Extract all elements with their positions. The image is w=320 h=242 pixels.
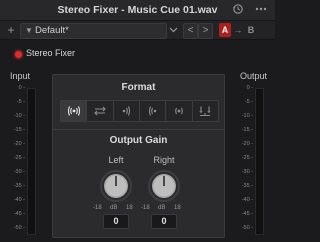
next-preset-button[interactable]: > — [198, 23, 213, 39]
meter-scale-tick: -40 - — [13, 197, 25, 203]
history-icon[interactable] — [230, 2, 246, 17]
meter-scale-tick: -10 - — [13, 113, 25, 119]
compare-a-button[interactable]: A — [219, 23, 231, 37]
section-divider — [53, 129, 224, 130]
preset-menu-icon[interactable] — [167, 23, 180, 37]
mono-icon[interactable] — [166, 101, 193, 121]
right-gain-value[interactable]: 0 — [151, 214, 177, 229]
right-gain-label: Right — [153, 155, 175, 165]
input-meter-label: Input — [10, 71, 31, 81]
output-meter: 0 - -5 - -10 - -15 - -20 - -25 - -30 - -35 - -40… — [240, 85, 264, 235]
left-gain-knob[interactable] — [98, 168, 134, 204]
right-scale-min: -18 — [141, 205, 150, 211]
meter-scale-tick: -30 - — [13, 169, 25, 175]
left-only-icon[interactable] — [140, 101, 167, 121]
left-scale-min: -18 — [93, 205, 102, 211]
left-gain-label: Left — [108, 155, 124, 165]
meter-scale-tick: -5 - — [16, 99, 25, 105]
meter-scale-tick: -35 - — [241, 183, 253, 189]
format-title: Format — [121, 82, 156, 93]
preset-value: Default* — [35, 25, 69, 36]
power-toggle[interactable] — [15, 51, 22, 58]
output-gain-title: Output Gain — [109, 135, 168, 146]
meter-scale-tick: -40 - — [241, 197, 253, 203]
title-bar: Stereo Fixer - Music Cue 01.wav — [0, 0, 275, 21]
right-scale-max: 18 — [174, 205, 181, 211]
right-only-icon[interactable] — [114, 101, 140, 121]
meter-scale-tick: -5 - — [244, 99, 253, 105]
preset-dropdown[interactable]: ▼ Default* — [20, 23, 167, 39]
output-meter-scale: 0 - -5 - -10 - -15 - -20 - -25 - -30 - -35 - -40… — [240, 85, 254, 235]
stereo-icon[interactable] — [61, 101, 88, 121]
meter-scale-tick: 0 - — [246, 85, 253, 91]
compare-b-button[interactable]: B — [245, 23, 257, 37]
controls-panel: Format Output Gain Left -18 dB 18 0 Righ… — [52, 74, 225, 238]
input-meter-scale: 0 - -5 - -10 - -15 - -20 - -25 - -30 - -35 - -40… — [12, 85, 26, 235]
meter-scale-tick: -15 - — [13, 127, 25, 133]
swap-channels-icon[interactable] — [87, 101, 114, 121]
meter-scale-tick: -50 - — [241, 225, 253, 231]
input-meter: 0 - -5 - -10 - -15 - -20 - -25 - -30 - -35 - -40… — [12, 85, 36, 235]
meter-scale-tick: -45 - — [241, 211, 253, 217]
meter-scale-tick: -25 - — [241, 155, 253, 161]
meter-scale-tick: -10 - — [241, 113, 253, 119]
right-gain-knob[interactable] — [146, 168, 182, 204]
copy-arrow-icon[interactable]: → — [232, 23, 244, 37]
left-scale-unit: dB — [110, 205, 118, 211]
input-meter-bar — [27, 88, 36, 235]
left-gain-value[interactable]: 0 — [103, 214, 129, 229]
meter-scale-tick: -45 - — [13, 211, 25, 217]
left-scale-max: 18 — [126, 205, 133, 211]
meter-scale-tick: -50 - — [13, 225, 25, 231]
plugin-name: Stereo Fixer — [26, 48, 76, 58]
preset-toolbar: + ▼ Default* < > A → B — [0, 21, 275, 40]
output-meter-label: Output — [240, 71, 268, 81]
meter-scale-tick: -30 - — [241, 169, 253, 175]
format-selector — [60, 100, 219, 122]
add-preset-button[interactable]: + — [4, 23, 18, 37]
meter-scale-tick: 0 - — [18, 85, 25, 91]
prev-preset-button[interactable]: < — [183, 23, 198, 39]
meter-scale-tick: -20 - — [241, 141, 253, 147]
chevron-down-icon: ▼ — [25, 26, 33, 35]
meter-scale-tick: -15 - — [241, 127, 253, 133]
more-menu-icon[interactable] — [252, 2, 270, 17]
output-meter-bar — [255, 88, 264, 235]
meter-scale-tick: -35 - — [13, 183, 25, 189]
meter-scale-tick: -25 - — [13, 155, 25, 161]
right-scale-unit: dB — [158, 205, 166, 211]
invert-phase-icon[interactable] — [193, 101, 218, 121]
meter-scale-tick: -20 - — [13, 141, 25, 147]
